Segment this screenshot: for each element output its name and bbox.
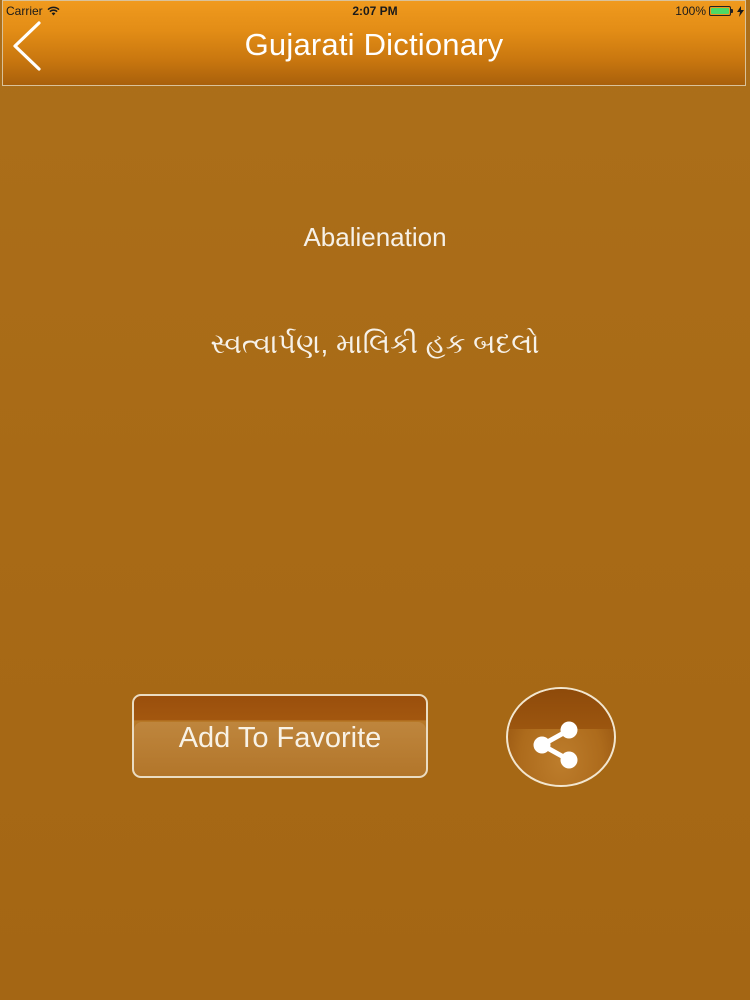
battery-level — [711, 8, 729, 14]
add-to-favorite-label: Add To Favorite — [178, 722, 382, 754]
status-right: 100% — [675, 4, 744, 18]
share-icon — [533, 721, 578, 769]
share-button[interactable] — [506, 687, 616, 787]
page-title: Gujarati Dictionary — [244, 27, 504, 62]
status-bar: Carrier 2:07 PM 100% — [0, 0, 750, 22]
bolt-icon — [737, 5, 744, 17]
battery-icon — [709, 6, 733, 16]
english-word: Abalienation — [303, 222, 447, 252]
battery-percent: 100% — [675, 4, 706, 18]
gujarati-meaning: સ્વત્વાર્પણ, માલિકી હક બદલો — [210, 328, 540, 359]
screen: Carrier 2:07 PM 100% Gujarati Dictionary — [0, 0, 750, 1000]
status-time: 2:07 PM — [352, 4, 398, 18]
add-to-favorite-button[interactable]: Add To Favorite — [132, 694, 428, 778]
